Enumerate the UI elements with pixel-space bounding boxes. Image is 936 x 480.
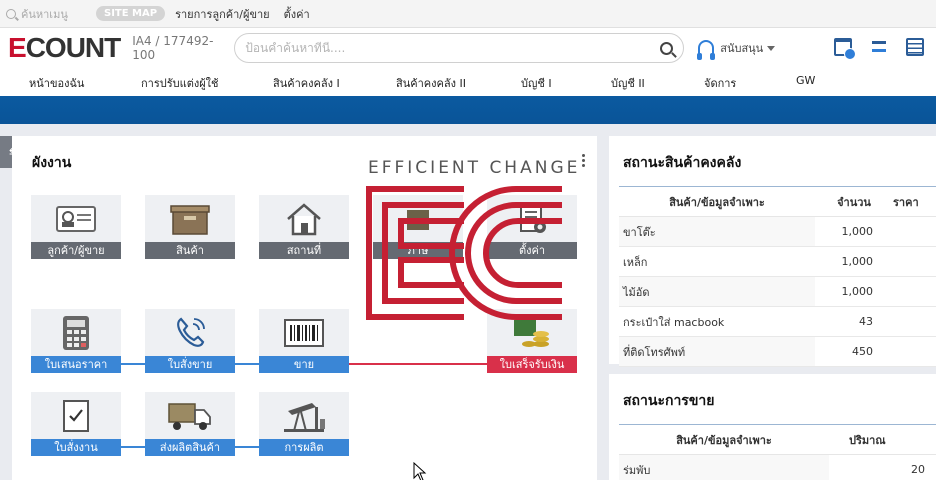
nav-item-inventory-1[interactable]: สินค้าคงคลัง I: [273, 74, 340, 92]
item-qty: 1,000: [815, 216, 893, 247]
flow-connector: [235, 446, 260, 448]
item-qty: 450: [815, 336, 893, 367]
search-icon: [6, 8, 16, 19]
column-header-price[interactable]: ราคา: [893, 186, 936, 217]
efficient-change-tagline: EFFICIENT CHANGE: [368, 158, 581, 178]
truck-icon: [145, 398, 235, 434]
house-icon: [259, 201, 349, 237]
link-customer-vendor-list[interactable]: รายการลูกค้า/ผู้ขาย: [175, 5, 270, 23]
item-name[interactable]: เหล็ก: [619, 246, 815, 277]
flow-connector: [349, 363, 488, 365]
tile-production[interactable]: การผลิต: [259, 392, 349, 456]
inventory-table: สินค้า/ข้อมูลจำเพาะ จำนวน ราคา ขาโต๊ะ 1,…: [619, 186, 936, 367]
tile-sales-order[interactable]: ใบสั่งขาย: [145, 309, 235, 373]
table-row[interactable]: ไม้อัด 1,000: [619, 276, 936, 307]
table-row[interactable]: ขาโต๊ะ 1,000: [619, 216, 936, 247]
global-search-box: [234, 33, 685, 63]
inventory-status-panel: สถานะสินค้าคงคลัง สินค้า/ข้อมูลจำเพาะ จำ…: [609, 136, 936, 367]
headset-icon: [697, 40, 715, 60]
flow-connector: [235, 363, 260, 365]
item-qty: 43: [815, 306, 893, 337]
id-card-icon: [31, 201, 121, 237]
item-name[interactable]: ที่ติดโทรศัพท์: [619, 336, 815, 367]
main-nav: หน้าของฉัน การปรับแต่งผู้ใช้ สินค้าคงคลั…: [0, 68, 936, 96]
item-name[interactable]: ร่มพับ: [619, 454, 829, 480]
sales-table: สินค้า/ข้อมูลจำเพาะ ปริมาณ ร่มพับ 20: [619, 424, 936, 480]
money-icon: [487, 315, 577, 351]
ecount-logo[interactable]: E COUNT: [8, 32, 121, 64]
tile-work-order[interactable]: ใบสั่งงาน: [31, 392, 121, 456]
mouse-cursor-icon: [413, 462, 427, 480]
item-name[interactable]: กระเป๋าใส่ macbook: [619, 306, 815, 337]
tile-quotation[interactable]: ใบเสนอราคา: [31, 309, 121, 373]
menu-search[interactable]: ค้นหาเมนู: [6, 5, 96, 23]
column-header-item[interactable]: สินค้า/ข้อมูลจำเพาะ: [619, 186, 815, 217]
nav-submenu-band: [0, 96, 936, 124]
flow-connector: [121, 446, 146, 448]
item-qty: 20: [829, 454, 936, 480]
flow-connector: [121, 363, 146, 365]
column-header-item[interactable]: สินค้า/ข้อมูลจำเพาะ: [619, 424, 829, 455]
calculator-icon: [31, 315, 121, 351]
sales-status-panel: สถานะการขาย สินค้า/ข้อมูลจำเพาะ ปริมาณ ร…: [609, 374, 936, 480]
box-icon: [145, 201, 235, 237]
sales-status-title: สถานะการขาย: [623, 393, 715, 409]
table-row[interactable]: กระเป๋าใส่ macbook 43: [619, 306, 936, 337]
header: ECOUNT IA4 / 177492-100 สนับสนุน: [0, 28, 936, 68]
barcode-icon: [259, 315, 349, 351]
item-qty: 1,000: [815, 246, 893, 277]
column-header-qty[interactable]: จำนวน: [815, 186, 893, 217]
company-id: IA4 / 177492-100: [132, 34, 214, 62]
more-options-icon[interactable]: [582, 154, 585, 157]
table-row[interactable]: เหล็ก 1,000: [619, 246, 936, 277]
workflow-panel: ผังงาน ลูกค้า/ผู้ขาย สินค้า สถานที่ ภาษี…: [12, 136, 597, 480]
tile-goods-issue[interactable]: ส่งผลิตสินค้า: [145, 392, 235, 456]
tile-customer-vendor[interactable]: ลูกค้า/ผู้ขาย: [31, 195, 121, 259]
nav-item-accounting-2[interactable]: บัญชี II: [611, 74, 645, 92]
table-row[interactable]: ร่มพับ 20: [619, 454, 936, 480]
global-search-input[interactable]: [245, 41, 661, 55]
oil-pump-icon: [259, 398, 349, 434]
chevron-down-icon: [767, 45, 776, 51]
sitemap-button[interactable]: SITE MAP: [96, 6, 166, 21]
top-utility-bar: ค้นหาเมนู SITE MAP รายการลูกค้า/ผู้ขาย ต…: [0, 0, 936, 28]
calendar-add-icon[interactable]: [834, 38, 856, 60]
document-list-icon[interactable]: [906, 38, 924, 56]
phone-icon: [145, 315, 235, 351]
item-name[interactable]: ขาโต๊ะ: [619, 216, 815, 247]
nav-item-gw[interactable]: GW: [796, 74, 815, 87]
menu-search-placeholder: ค้นหาเมนู: [21, 7, 68, 21]
tile-item[interactable]: สินค้า: [145, 195, 235, 259]
item-name[interactable]: ไม้อัด: [619, 276, 815, 307]
column-header-quantity[interactable]: ปริมาณ: [829, 424, 936, 455]
search-icon[interactable]: [660, 41, 674, 55]
ec-logo-watermark: [366, 186, 562, 320]
nav-item-accounting-1[interactable]: บัญชี I: [521, 74, 552, 92]
transfer-icon[interactable]: [870, 38, 888, 56]
nav-item-my-page[interactable]: หน้าของฉัน: [29, 74, 84, 92]
link-settings[interactable]: ตั้งค่า: [284, 5, 310, 23]
support-menu[interactable]: สนับสนุน: [697, 39, 776, 60]
nav-item-user-customization[interactable]: การปรับแต่งผู้ใช้: [141, 74, 219, 92]
tile-sale[interactable]: ขาย: [259, 309, 349, 373]
nav-item-manage[interactable]: จัดการ: [704, 74, 736, 92]
inventory-status-title: สถานะสินค้าคงคลัง: [623, 155, 742, 171]
table-row[interactable]: ที่ติดโทรศัพท์ 450: [619, 336, 936, 367]
tile-location[interactable]: สถานที่: [259, 195, 349, 259]
checklist-icon: [31, 398, 121, 434]
item-qty: 1,000: [815, 276, 893, 307]
nav-item-inventory-2[interactable]: สินค้าคงคลัง II: [396, 74, 466, 92]
support-label: สนับสนุน: [720, 42, 764, 55]
workflow-title: ผังงาน: [32, 155, 72, 171]
